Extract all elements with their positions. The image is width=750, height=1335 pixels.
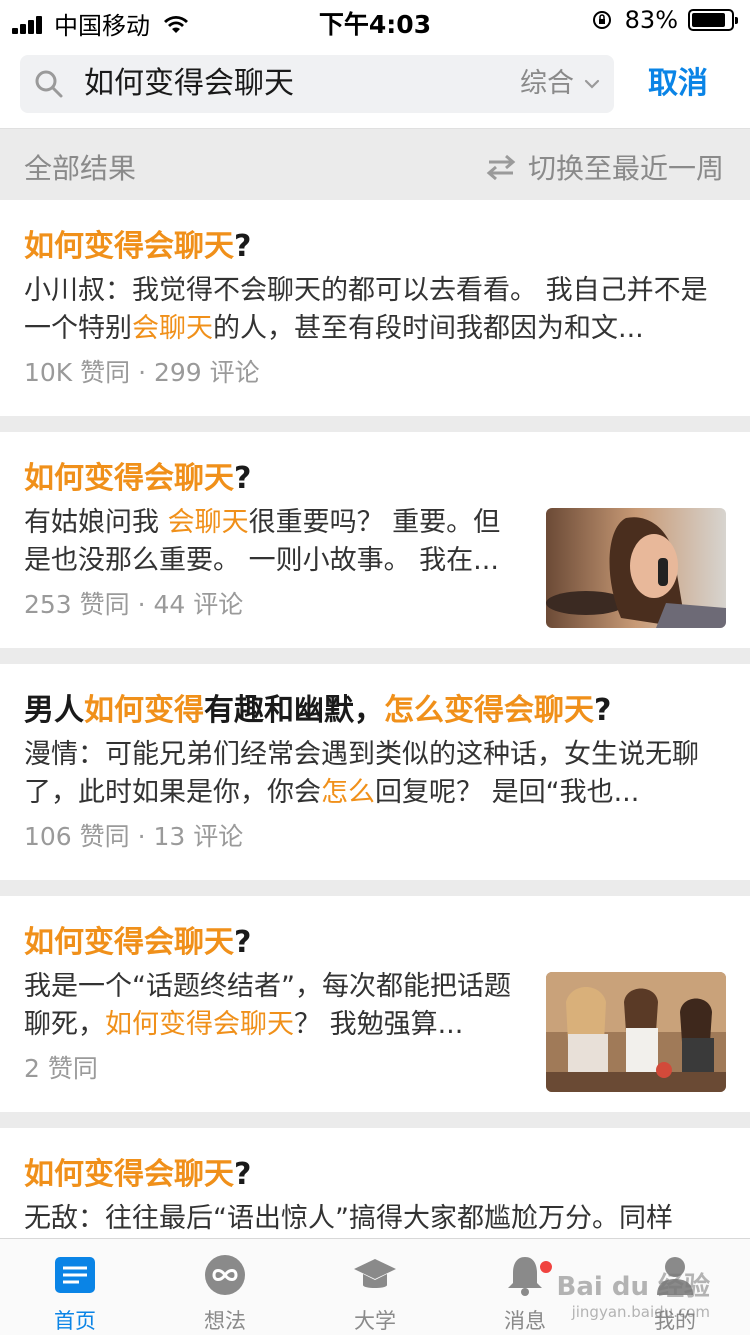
result-separator: [0, 416, 750, 432]
idea-icon: [205, 1255, 245, 1295]
result-excerpt: 小川叔：我觉得不会聊天的都可以去看看。 我自己并不是一个特别会聊天的人，甚至有段…: [24, 272, 726, 348]
highlighted-keyword: 如何变得会聊天: [105, 1009, 294, 1040]
search-input[interactable]: 如何变得会聊天 综合: [20, 55, 614, 113]
tab-home[interactable]: 首页: [0, 1239, 150, 1335]
title-text: ?: [234, 925, 252, 960]
result-card[interactable]: 如何变得会聊天? 小川叔：我觉得不会聊天的都可以去看看。 我自己并不是一个特别会聊…: [0, 200, 750, 416]
tab-home-label: 首页: [54, 1309, 96, 1333]
result-excerpt: 无敌：往往最后“语出惊人”搞得大家都尴尬万分。同样: [24, 1200, 726, 1238]
thumbnail-image: [546, 508, 726, 628]
highlighted-keyword: 怎么变得会聊天: [384, 693, 594, 728]
result-stats: 10K 赞同 · 299 评论: [24, 358, 260, 387]
result-card[interactable]: 男人如何变得有趣和幽默，怎么变得会聊天? 漫情：可能兄弟们经常会遇到类似的这种话，…: [0, 664, 750, 880]
highlighted-keyword: 会聊天: [132, 313, 213, 344]
graduation-cap-icon: [354, 1259, 396, 1288]
watermark-text: Bai du 经验: [556, 1272, 711, 1302]
excerpt-text: 的人，甚至有段时间我都因为和文...: [213, 313, 644, 344]
tab-ideas[interactable]: 想法: [150, 1239, 300, 1335]
result-card[interactable]: 如何变得会聊天? 我是一个“话题终结者”，每次都能把话题聊死，如何变得会聊天？ 我…: [0, 896, 750, 1112]
battery-icon: [688, 9, 738, 31]
title-text: ?: [234, 461, 252, 496]
highlighted-keyword: 如何变得会聊天: [24, 229, 234, 264]
result-title[interactable]: 如何变得会聊天?: [24, 226, 726, 268]
search-icon: [35, 70, 63, 98]
status-bar: 中国移动 下午4:03 83%: [0, 0, 750, 40]
chevron-down-icon: [584, 79, 600, 89]
result-title[interactable]: 如何变得会聊天?: [24, 922, 726, 964]
switch-recent-week-label: 切换至最近一周: [527, 152, 724, 185]
result-thumbnail[interactable]: [546, 508, 726, 628]
result-stats: 253 赞同 · 44 评论: [24, 590, 244, 619]
sort-dropdown[interactable]: 综合: [520, 67, 600, 101]
tab-ideas-label: 想法: [204, 1309, 246, 1333]
title-text: ?: [234, 229, 252, 264]
home-icon: [55, 1257, 95, 1293]
search-query[interactable]: 如何变得会聊天: [84, 65, 294, 103]
thumbnail-image: [546, 972, 726, 1092]
result-card[interactable]: 如何变得会聊天? 有姑娘问我 会聊天很重要吗？ 重要。但是也没那么重要。 一则小故…: [0, 432, 750, 648]
result-title[interactable]: 男人如何变得有趣和幽默，怎么变得会聊天?: [24, 690, 726, 732]
tab-university[interactable]: 大学: [300, 1239, 450, 1335]
excerpt-text: 回复呢？ 是回“我也...: [375, 777, 640, 808]
title-text: 有趣和幽默，: [204, 693, 384, 728]
title-text: ?: [594, 693, 612, 728]
cancel-button[interactable]: 取消: [648, 64, 708, 104]
excerpt-text: 有姑娘问我: [24, 507, 168, 538]
result-stats: 2 赞同: [24, 1054, 98, 1083]
switch-recent-week-button[interactable]: 切换至最近一周: [486, 147, 724, 187]
all-results-label: 全部结果: [24, 152, 137, 185]
result-thumbnail[interactable]: [546, 972, 726, 1092]
result-title[interactable]: 如何变得会聊天?: [24, 458, 726, 500]
result-title[interactable]: 如何变得会聊天?: [24, 1154, 726, 1196]
highlighted-keyword: 如何变得会聊天: [24, 925, 234, 960]
baidu-jingyan-watermark: Bai du 经验 jingyan.baidu.com: [557, 1266, 711, 1321]
title-text: 男人: [24, 693, 84, 728]
results-list: 如何变得会聊天? 小川叔：我觉得不会聊天的都可以去看看。 我自己并不是一个特别会聊…: [0, 200, 750, 1238]
result-excerpt: 漫情：可能兄弟们经常会遇到类似的这种话，女生说无聊了，此时如果是你，你会怎么回复…: [24, 736, 726, 812]
tab-university-label: 大学: [354, 1309, 396, 1333]
swap-icon: [486, 154, 516, 180]
result-separator: [0, 880, 750, 896]
result-card[interactable]: 如何变得会聊天? 无敌：往往最后“语出惊人”搞得大家都尴尬万分。同样: [0, 1128, 750, 1238]
result-separator: [0, 648, 750, 664]
excerpt-text: 无敌：往往最后“语出惊人”搞得大家都尴尬万分。同样: [24, 1203, 673, 1234]
result-excerpt: 有姑娘问我 会聊天很重要吗？ 重要。但是也没那么重要。 一则小故事。 我在...: [24, 504, 524, 580]
notification-dot: [538, 1259, 554, 1275]
title-text: ?: [234, 1157, 252, 1192]
highlighted-keyword: 会聊天: [167, 507, 249, 538]
highlighted-keyword: 如何变得会聊天: [24, 461, 234, 496]
battery-percent: 83%: [624, 6, 678, 34]
excerpt-text: ？ 我勉强算...: [294, 1009, 464, 1040]
search-bar: 如何变得会聊天 综合 取消: [0, 40, 750, 128]
result-separator: [0, 1112, 750, 1128]
result-stats: 106 赞同 · 13 评论: [24, 822, 244, 851]
highlighted-keyword: 如何变得会聊天: [24, 1157, 234, 1192]
result-excerpt: 我是一个“话题终结者”，每次都能把话题聊死，如何变得会聊天？ 我勉强算...: [24, 968, 524, 1044]
sort-dropdown-label: 综合: [520, 68, 574, 99]
rotation-lock-icon: [592, 11, 611, 29]
results-filter-row: 全部结果 切换至最近一周: [0, 128, 750, 201]
watermark-url: jingyan.baidu.com: [571, 1303, 710, 1321]
highlighted-keyword: 怎么: [321, 777, 375, 808]
highlighted-keyword: 如何变得: [84, 693, 204, 728]
